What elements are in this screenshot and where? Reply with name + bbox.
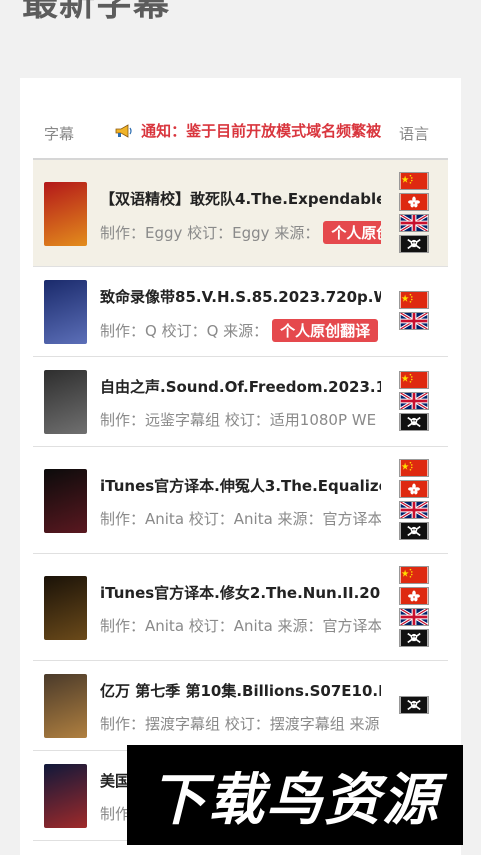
cn-flag-icon xyxy=(399,566,429,584)
notice-marquee: 通知：鉴于目前开放模式域名频繁被封 xyxy=(115,120,381,144)
uk-flag-icon xyxy=(399,392,429,410)
subtitle-meta-text: 制作：远鉴字幕组 校订：适用1080P WE xyxy=(100,411,377,429)
table-row[interactable]: iTunes官方译本.修女2.The.Nun.II.2023 制作：Anita 校… xyxy=(33,554,448,661)
notice-text: 通知：鉴于目前开放模式域名频繁被封 xyxy=(141,122,381,140)
table-row[interactable]: 【双语精校】敢死队4.The.Expendables 制作：Eggy 校订：Egg… xyxy=(33,160,448,267)
subtitle-meta: 制作：Anita 校订：Anita 来源：官方译本 xyxy=(100,508,381,529)
cn-flag-icon xyxy=(399,371,429,389)
pirate-flag-icon xyxy=(399,413,429,431)
subtitle-title-link[interactable]: 致命录像带85.V.H.S.85.2023.720p.WEB xyxy=(100,286,381,307)
subtitle-meta: 制作：Anita 校订：Anita 来源：官方译本 xyxy=(100,615,381,636)
uk-flag-icon xyxy=(399,214,429,232)
subtitle-meta-text: 制作：Anita 校订：Anita 来源：官方译本 xyxy=(100,617,381,635)
column-header-subtitle: 字幕 xyxy=(44,125,75,143)
hk-flag-icon xyxy=(399,480,429,498)
subtitle-rows: 【双语精校】敢死队4.The.Expendables 制作：Eggy 校订：Egg… xyxy=(33,160,448,841)
pirate-flag-icon xyxy=(399,629,429,647)
source-tag: 个人原创翻译 xyxy=(272,319,379,342)
table-row[interactable]: 自由之声.Sound.Of.Freedom.2023.1080 制作：远鉴字幕组 … xyxy=(33,357,448,447)
cn-flag-icon xyxy=(399,459,429,477)
subtitle-meta: 制作：摆渡字幕组 校订：摆渡字幕组 来源 xyxy=(100,713,381,734)
pirate-flag-icon xyxy=(399,522,429,540)
column-header-language: 语言 xyxy=(399,125,430,143)
source-tag: 个人原创翻译 xyxy=(323,221,381,244)
movie-poster[interactable] xyxy=(44,182,87,246)
pirate-flag-icon xyxy=(399,235,429,253)
subtitle-title-link[interactable]: 【双语精校】敢死队4.The.Expendables xyxy=(100,188,381,209)
subtitle-title-link[interactable]: 亿万 第七季 第10集.Billions.S07E10.End xyxy=(100,680,381,701)
movie-poster[interactable] xyxy=(44,764,87,828)
table-row[interactable]: iTunes官方译本.伸冤人3.The.Equalizer. 制作：Anita 校… xyxy=(33,447,448,554)
uk-flag-icon xyxy=(399,501,429,519)
movie-poster[interactable] xyxy=(44,469,87,533)
language-flags xyxy=(399,566,429,650)
language-flags xyxy=(399,371,429,434)
page-title: 最新字幕 xyxy=(22,0,171,24)
movie-poster[interactable] xyxy=(44,576,87,640)
movie-poster[interactable] xyxy=(44,674,87,738)
language-flags xyxy=(399,172,429,256)
subtitle-meta: 制作：Q 校订：Q 来源： 个人原创翻译 xyxy=(100,319,381,342)
table-row[interactable]: 亿万 第七季 第10集.Billions.S07E10.End 制作：摆渡字幕组 … xyxy=(33,661,448,751)
subtitle-list-card: 字幕 通知：鉴于目前开放模式域名频繁被封 语言 【双语精校】敢死队4.The.E… xyxy=(20,78,461,855)
subtitle-meta: 制作：Eggy 校订：Eggy 来源：个人原创翻译 xyxy=(100,221,381,244)
uk-flag-icon xyxy=(399,608,429,626)
subtitle-meta: 制作：远鉴字幕组 校订：适用1080P WE xyxy=(100,409,381,430)
cn-flag-icon xyxy=(399,172,429,190)
table-header: 字幕 通知：鉴于目前开放模式域名频繁被封 语言 xyxy=(33,78,448,160)
watermark-logo: 下载鸟资源 xyxy=(127,745,463,845)
subtitle-title-link[interactable]: iTunes官方译本.修女2.The.Nun.II.2023 xyxy=(100,582,381,603)
pirate-flag-icon xyxy=(399,696,429,714)
movie-poster[interactable] xyxy=(44,370,87,434)
subtitle-meta-text: 制作：Eggy 校订：Eggy 来源： xyxy=(100,224,320,242)
uk-flag-icon xyxy=(399,312,429,330)
language-flags xyxy=(399,459,429,543)
cn-flag-icon xyxy=(399,291,429,309)
language-flags xyxy=(399,291,429,333)
subtitle-meta-text: 制作：摆渡字幕组 校订：摆渡字幕组 来源 xyxy=(100,715,380,733)
table-row[interactable]: 致命录像带85.V.H.S.85.2023.720p.WEB 制作：Q 校订：Q … xyxy=(33,267,448,357)
subtitle-meta-text: 制作：Q 校订：Q 来源： xyxy=(100,322,269,340)
megaphone-icon xyxy=(115,123,132,138)
hk-flag-icon xyxy=(399,587,429,605)
subtitle-title-link[interactable]: iTunes官方译本.伸冤人3.The.Equalizer. xyxy=(100,475,381,496)
subtitle-meta-text: 制作 xyxy=(100,805,131,823)
movie-poster[interactable] xyxy=(44,280,87,344)
language-flags xyxy=(399,696,429,717)
subtitle-title-link[interactable]: 自由之声.Sound.Of.Freedom.2023.1080 xyxy=(100,376,381,397)
hk-flag-icon xyxy=(399,193,429,211)
subtitle-meta-text: 制作：Anita 校订：Anita 来源：官方译本 xyxy=(100,510,381,528)
